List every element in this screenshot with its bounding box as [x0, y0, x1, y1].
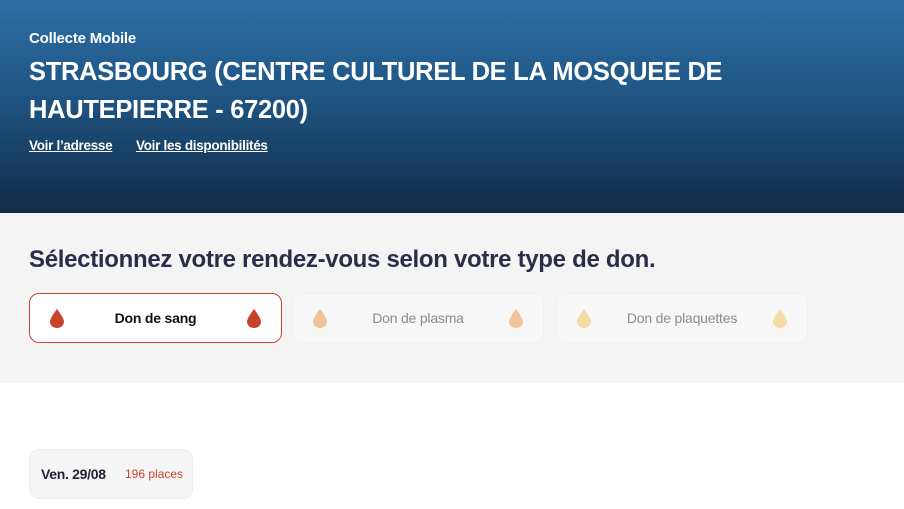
- date-label: Ven. 29/08: [41, 466, 106, 482]
- view-address-link[interactable]: Voir l’adresse: [29, 138, 113, 153]
- tab-blood-donation[interactable]: Don de sang: [29, 293, 282, 343]
- page-title: STRASBOURG (CENTRE CULTUREL DE LA MOSQUE…: [29, 58, 723, 124]
- plasma-drop-icon: [313, 309, 327, 328]
- view-availability-link[interactable]: Voir les disponibilités: [136, 138, 268, 153]
- collection-type: Collecte Mobile: [29, 30, 137, 47]
- donation-type-section: Sélectionnez votre rendez-vous selon vot…: [0, 213, 904, 383]
- tab-label: Don de sang: [114, 310, 197, 326]
- collection-header: Collecte Mobile STRASBOURG (CENTRE CULTU…: [0, 0, 904, 213]
- tab-plasma-donation[interactable]: Don de plasma: [292, 293, 544, 343]
- plasma-drop-icon: [509, 309, 523, 328]
- platelet-drop-icon: [773, 309, 787, 328]
- tab-label: Don de plaquettes: [626, 310, 738, 326]
- available-places: 196 places: [125, 467, 184, 481]
- date-slot-card[interactable]: Ven. 29/08 196 places: [29, 449, 193, 499]
- tab-label: Don de plasma: [372, 310, 464, 326]
- section-heading: Sélectionnez votre rendez-vous selon vot…: [29, 246, 656, 273]
- blood-drop-icon: [50, 309, 64, 328]
- blood-drop-icon: [247, 309, 261, 328]
- tab-platelet-donation[interactable]: Don de plaquettes: [556, 293, 808, 343]
- platelet-drop-icon: [577, 309, 591, 328]
